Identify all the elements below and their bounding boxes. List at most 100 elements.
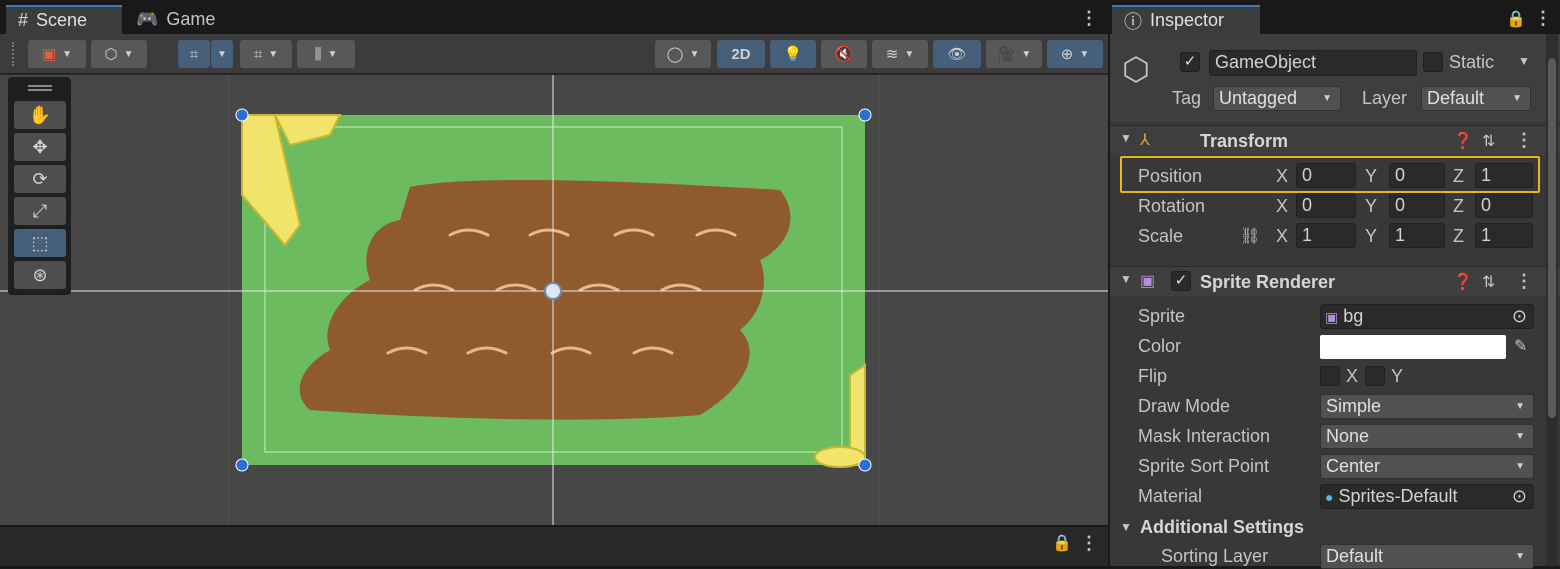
scene-gizmo-button[interactable]: ◯ ▼: [655, 40, 711, 68]
render-mode-button[interactable]: ⬡ ▼: [91, 40, 147, 68]
scene-toolbar: ▣ ▼ ⬡ ▼ ⌗ ▼ ⌗ ▼ ⫼ ▼ ◯ ▼ 2D 💡 🔇 ≋ ▼ 👁 🎥 ▼ ⊕ ▼: [0, 34, 1108, 74]
scale-tool-button[interactable]: ⤢: [14, 197, 66, 225]
tag-dropdown[interactable]: Untagged ▼: [1213, 86, 1341, 111]
sprite-renderer-header[interactable]: ▼ ▣ ✓ Sprite Renderer ❓ ⇅ ⋮: [1110, 266, 1560, 296]
tab-game[interactable]: 🎮 Game: [124, 5, 234, 34]
inspector-more-icon[interactable]: ⋮: [1534, 8, 1552, 29]
move-icon: ✥: [32, 136, 48, 157]
position-x-label: X: [1276, 166, 1289, 186]
sprite-value: bg: [1343, 306, 1364, 326]
sprite-field[interactable]: ▣ bg ⊙: [1320, 304, 1534, 329]
camera-button[interactable]: 🎥 ▼: [986, 40, 1042, 68]
tab-scene[interactable]: # Scene: [6, 5, 122, 34]
handle-top-right[interactable]: [858, 108, 872, 122]
scale-label: Scale: [1138, 226, 1184, 246]
transform-header[interactable]: ▼ ⅄ Transform ❓ ⇅ ⋮: [1110, 125, 1560, 155]
flip-x-label: X: [1346, 366, 1359, 386]
rotation-y-field[interactable]: 0: [1389, 193, 1445, 218]
inspector-tab-bar: ⓘ Inspector 🔒 ⋮: [1110, 0, 1560, 34]
cube-icon: ⬡: [104, 46, 118, 63]
help-icon[interactable]: ❓: [1453, 131, 1473, 151]
rotation-x-field[interactable]: 0: [1296, 193, 1356, 218]
bottom-more-icon[interactable]: ⋮: [1080, 533, 1098, 554]
move-tool-button[interactable]: ✥: [14, 133, 66, 161]
scale-x-field[interactable]: 1: [1296, 223, 1356, 248]
help-icon[interactable]: ❓: [1453, 272, 1473, 292]
2d-toggle-button[interactable]: 2D: [717, 40, 765, 68]
unlink-icon[interactable]: ⛓: [1240, 226, 1260, 246]
draw-mode-dropdown[interactable]: Simple ▼: [1320, 394, 1534, 419]
color-label: Color: [1138, 336, 1182, 356]
inspector-panel: ⓘ Inspector 🔒 ⋮ ⬡ ✓ GameObject Static ▼ …: [1110, 0, 1560, 569]
foldout-arrow-icon[interactable]: ▼: [1120, 272, 1132, 286]
layers-icon: ≋: [885, 46, 899, 63]
position-x-field[interactable]: 0: [1296, 163, 1356, 188]
draw-mode-button[interactable]: ▣ ▼: [28, 40, 86, 68]
audio-toggle-button[interactable]: 🔇: [821, 40, 867, 68]
foldout-arrow-icon[interactable]: ▼: [1120, 131, 1132, 145]
inspector-scrollbar[interactable]: [1546, 34, 1558, 566]
scale-y-field[interactable]: 1: [1389, 223, 1445, 248]
sorting-layer-dropdown[interactable]: Default ▼: [1320, 544, 1534, 569]
tab-inspector[interactable]: ⓘ Inspector: [1112, 5, 1260, 34]
lock-icon[interactable]: 🔒: [1052, 533, 1072, 553]
rect-tool-button[interactable]: ⬚: [14, 229, 66, 257]
static-dropdown-icon[interactable]: ▼: [1518, 54, 1530, 68]
active-checkbox[interactable]: ✓: [1180, 52, 1200, 72]
foldout-arrow-icon[interactable]: ▼: [1120, 520, 1132, 534]
object-picker-icon[interactable]: ⊙: [1512, 485, 1527, 508]
sprite-renderer-icon: ▣: [1140, 273, 1156, 290]
position-y-field[interactable]: 0: [1389, 163, 1445, 188]
static-label: Static: [1449, 52, 1495, 72]
sprite-renderer-enabled-checkbox[interactable]: ✓: [1171, 271, 1191, 291]
rotation-z-field[interactable]: 0: [1475, 193, 1533, 218]
grid-snap-dropdown[interactable]: ▼: [211, 40, 233, 68]
sort-point-dropdown[interactable]: Center ▼: [1320, 454, 1534, 479]
flip-y-checkbox[interactable]: [1365, 366, 1385, 386]
lighting-toggle-button[interactable]: 💡: [770, 40, 816, 68]
preset-icon[interactable]: ⇅: [1482, 131, 1495, 151]
gizmos-button[interactable]: ⊕ ▼: [1047, 40, 1103, 68]
tab-inspector-label: Inspector: [1150, 10, 1225, 30]
scale-z-field[interactable]: 1: [1475, 223, 1533, 248]
handle-top-left[interactable]: [235, 108, 249, 122]
position-z-label: Z: [1453, 166, 1464, 186]
scene-viewport[interactable]: ✋ ✥ ⟳ ⤢ ⬚ ⊛: [0, 75, 1108, 525]
hidden-objects-button[interactable]: 👁: [933, 40, 981, 68]
scene-more-icon[interactable]: ⋮: [1080, 8, 1098, 29]
position-z-field[interactable]: 1: [1475, 163, 1533, 188]
handle-bottom-left[interactable]: [235, 458, 249, 472]
layer-dropdown[interactable]: Default ▼: [1421, 86, 1531, 111]
object-picker-icon[interactable]: ⊙: [1512, 305, 1527, 328]
object-name-field[interactable]: GameObject: [1209, 50, 1417, 76]
info-icon: ⓘ: [1124, 11, 1142, 32]
rotate-tool-button[interactable]: ⟳: [14, 165, 66, 193]
color-swatch[interactable]: [1320, 335, 1506, 359]
bottom-panel: 🔒 ⋮: [0, 525, 1108, 566]
additional-settings-title[interactable]: Additional Settings: [1140, 517, 1304, 538]
sprite-renderer-more-icon[interactable]: ⋮: [1515, 271, 1533, 292]
transform-more-icon[interactable]: ⋮: [1515, 130, 1533, 151]
grid-snap-button[interactable]: ⌗: [178, 40, 210, 68]
hand-tool-button[interactable]: ✋: [14, 101, 66, 129]
grid-visibility-button[interactable]: ⫼ ▼: [297, 40, 355, 68]
sprite-asset-icon: ▣: [1325, 309, 1339, 325]
transform-tool-button[interactable]: ⊛: [14, 261, 66, 289]
increment-snap-button[interactable]: ⌗ ▼: [240, 40, 292, 68]
rotation-z-label: Z: [1453, 196, 1464, 216]
handle-bottom-right[interactable]: [858, 458, 872, 472]
static-checkbox[interactable]: [1423, 52, 1443, 72]
preset-icon[interactable]: ⇅: [1482, 272, 1495, 292]
overlay-grip[interactable]: [28, 85, 52, 91]
flip-x-checkbox[interactable]: [1320, 366, 1340, 386]
eyedropper-icon[interactable]: ✎: [1514, 336, 1527, 356]
pivot-icon[interactable]: [544, 282, 562, 300]
inspector-lock-icon[interactable]: 🔒: [1506, 9, 1526, 29]
toolbar-grip: [12, 42, 16, 66]
mask-interaction-dropdown[interactable]: None ▼: [1320, 424, 1534, 449]
effects-button[interactable]: ≋ ▼: [872, 40, 928, 68]
scrollbar-thumb[interactable]: [1548, 58, 1556, 418]
material-field[interactable]: ● Sprites-Default ⊙: [1320, 484, 1534, 509]
material-value: Sprites-Default: [1338, 486, 1458, 506]
tag-value: Untagged: [1219, 88, 1298, 108]
